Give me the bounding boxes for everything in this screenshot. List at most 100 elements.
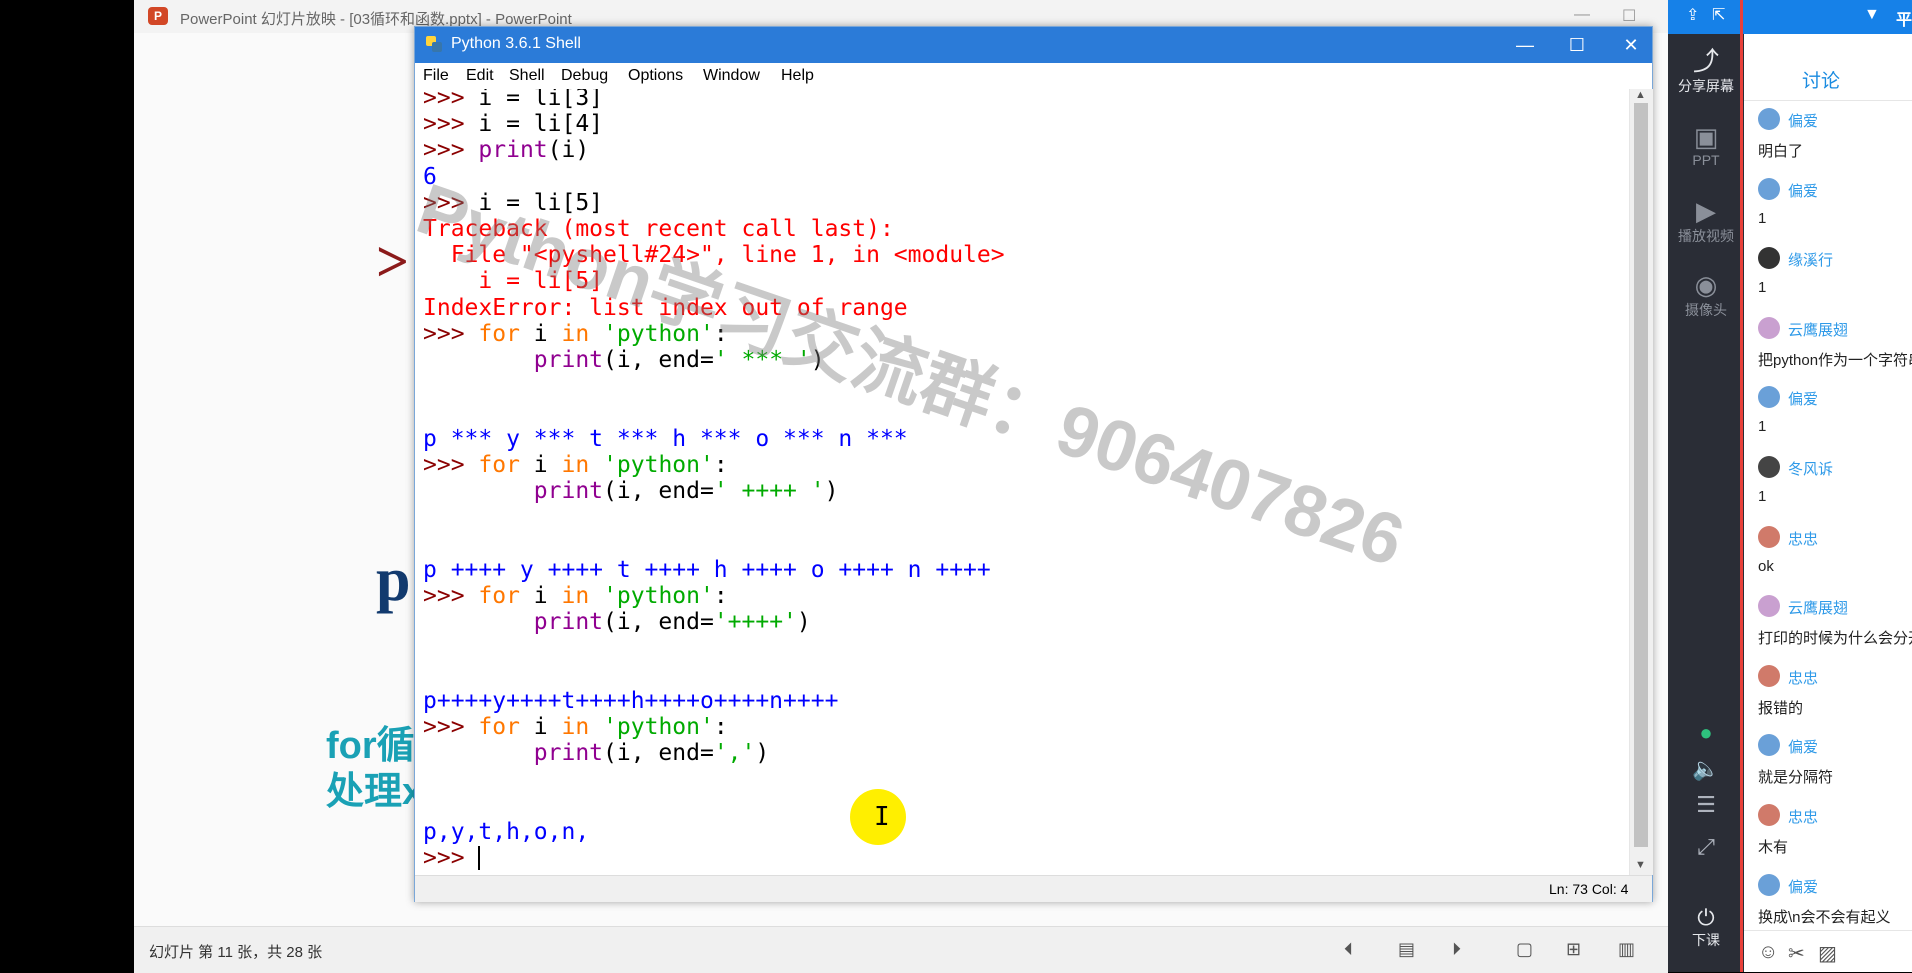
- ppt-minimize-button[interactable]: —: [1574, 6, 1590, 24]
- mic-icon[interactable]: ●: [1668, 720, 1744, 746]
- chat-username[interactable]: 偏爱: [1788, 180, 1818, 201]
- slide-text-fragment: >: [376, 229, 410, 294]
- text-cursor: [478, 846, 481, 871]
- scrollbar-thumb[interactable]: [1634, 103, 1648, 847]
- chat-username[interactable]: 云鹰展翅: [1788, 319, 1848, 340]
- chat-text: 打印的时候为什么会分开: [1758, 630, 1912, 648]
- chat-username[interactable]: 缘溪行: [1788, 249, 1833, 270]
- chat-username[interactable]: 忠忠: [1788, 806, 1818, 827]
- scissors-icon[interactable]: ✂: [1788, 941, 1805, 966]
- chat-username[interactable]: 冬风诉: [1788, 458, 1833, 479]
- menu-window[interactable]: Window: [703, 67, 760, 85]
- chat-text: 把python作为一个字符串: [1758, 351, 1912, 369]
- chat-text: 1: [1758, 487, 1767, 505]
- equalizer-icon[interactable]: ☰: [1668, 792, 1744, 818]
- menu-file[interactable]: File: [423, 67, 449, 85]
- scroll-up-icon[interactable]: ▲: [1635, 89, 1646, 101]
- chat-text: 报错的: [1758, 699, 1804, 717]
- avatar[interactable]: [1758, 664, 1780, 687]
- chat-message: 忠忠 ok: [1744, 524, 1912, 594]
- menu-shell[interactable]: Shell: [509, 67, 545, 85]
- ibeam-cursor-icon: I: [874, 802, 890, 832]
- end-class-label: 下课: [1692, 932, 1720, 948]
- slide-text-fragment: p: [376, 546, 411, 614]
- avatar[interactable]: [1758, 734, 1780, 757]
- normal-view-icon[interactable]: ▢: [1516, 939, 1533, 960]
- chat-username[interactable]: 偏爱: [1788, 388, 1818, 409]
- classroom-toolbar: ⇪ ⇱ ⤴ 分享屏幕 ▣ PPT ▶ 播放视频 ◉ 摄像头 ● 🔈 ☰ ⤢ ⏻ …: [1668, 0, 1744, 972]
- chat-message: 偏爱 1: [1744, 384, 1912, 454]
- avatar[interactable]: [1758, 873, 1780, 896]
- ppt-statusbar: 幻灯片 第 11 张，共 28 张 ⏴ ▤ ⏵ ▢ ⊞ ▥: [134, 926, 1668, 973]
- menu-help[interactable]: Help: [781, 67, 814, 85]
- menu-debug[interactable]: Debug: [561, 67, 608, 85]
- maximize-button[interactable]: ☐: [1555, 31, 1599, 59]
- chat-text: 1: [1758, 209, 1767, 227]
- camera-label: 摄像头: [1685, 302, 1727, 318]
- camera-icon: ◉: [1694, 270, 1718, 300]
- slide-sorter-icon[interactable]: ⊞: [1566, 939, 1581, 960]
- chat-text: 1: [1758, 279, 1767, 297]
- chat-text: 明白了: [1758, 143, 1804, 160]
- fullscreen-icon[interactable]: ⤢: [1668, 834, 1744, 860]
- avatar[interactable]: [1758, 803, 1780, 826]
- notes-icon[interactable]: ▤: [1398, 939, 1415, 960]
- avatar[interactable]: [1758, 108, 1780, 130]
- avatar[interactable]: [1758, 177, 1780, 200]
- ppt-label: PPT: [1692, 152, 1720, 168]
- chat-message: 云鹰展翅打印的时候为什么会分开: [1744, 593, 1912, 663]
- line-column-indicator: Ln: 73 Col: 4: [1549, 881, 1629, 897]
- upload-icon[interactable]: ⇪: [1686, 5, 1699, 25]
- shell-output: >>> i = li[3] >>> i = li[4] >>> print(i)…: [423, 89, 1005, 871]
- share-screen-button[interactable]: ⤴ 分享屏幕: [1668, 46, 1744, 96]
- avatar[interactable]: [1758, 525, 1780, 548]
- shell-editor[interactable]: >>> i = li[3] >>> i = li[4] >>> print(i)…: [415, 89, 1629, 901]
- chevron-down-icon[interactable]: ▼: [1864, 6, 1880, 24]
- chat-username[interactable]: 忠忠: [1788, 667, 1818, 688]
- reading-view-icon[interactable]: ▥: [1618, 939, 1635, 960]
- avatar[interactable]: [1758, 455, 1780, 478]
- chat-username[interactable]: 云鹰展翅: [1788, 597, 1848, 618]
- chat-text: 就是分隔符: [1758, 769, 1834, 787]
- vertical-scrollbar[interactable]: ▲ ▼: [1629, 89, 1653, 875]
- camera-button[interactable]: ◉ 摄像头: [1668, 270, 1744, 320]
- tab-divider: [1744, 100, 1912, 101]
- chat-username[interactable]: 偏爱: [1788, 736, 1818, 757]
- emoji-icon[interactable]: ☺: [1758, 941, 1778, 964]
- shell-title: Python 3.6.1 Shell: [451, 35, 581, 52]
- speaker-icon[interactable]: 🔈: [1668, 756, 1744, 782]
- shell-menubar: File Edit Shell Debug Options Window Hel…: [415, 63, 1652, 90]
- chat-message: 云鹰展翅把python作为一个字符串: [1744, 315, 1912, 385]
- play-video-label: 播放视频: [1678, 228, 1734, 244]
- chat-message: 偏爱 1: [1744, 176, 1912, 246]
- toolbar-top-bar: ⇪ ⇱: [1668, 0, 1744, 34]
- scroll-down-icon[interactable]: ▼: [1635, 859, 1646, 871]
- close-button[interactable]: ✕: [1609, 31, 1653, 59]
- chat-message: 忠忠 木有: [1744, 802, 1912, 872]
- slide-line: for循: [326, 725, 415, 767]
- chat-username[interactable]: 偏爱: [1788, 876, 1818, 897]
- ppt-button[interactable]: ▣ PPT: [1668, 122, 1744, 168]
- chat-username[interactable]: 忠忠: [1788, 528, 1818, 549]
- tab-discussion[interactable]: 讨论: [1802, 66, 1840, 93]
- chat-panel: ▼ 平 讨论 偏爱 明白了 偏爱 1 缘溪行 1 云鹰展翅 把python作为一个字符串 偏爱 1…: [1744, 0, 1912, 972]
- avatar[interactable]: [1758, 316, 1780, 339]
- chat-username[interactable]: 偏爱: [1788, 110, 1818, 131]
- minimize-button[interactable]: —: [1503, 31, 1547, 59]
- next-slide-icon[interactable]: ⏵: [1452, 939, 1461, 960]
- previous-slide-icon[interactable]: ⏴: [1344, 939, 1353, 960]
- play-video-button[interactable]: ▶ 播放视频: [1668, 196, 1744, 246]
- image-icon[interactable]: ▨: [1818, 941, 1837, 966]
- avatar[interactable]: [1758, 386, 1780, 409]
- ppt-maximize-button[interactable]: ☐: [1622, 6, 1636, 26]
- end-class-button[interactable]: ⏻ 下课: [1668, 906, 1744, 950]
- avatar[interactable]: [1758, 595, 1780, 618]
- menu-edit[interactable]: Edit: [466, 67, 494, 85]
- avatar[interactable]: [1758, 247, 1780, 270]
- python-icon: [426, 36, 442, 52]
- video-icon: ▶: [1696, 196, 1716, 226]
- chat-message: 忠忠报错的: [1744, 663, 1912, 733]
- menu-options[interactable]: Options: [628, 67, 683, 85]
- chat-message-list[interactable]: 偏爱 明白了 偏爱 1 缘溪行 1 云鹰展翅 把python作为一个字符串 偏爱 1 冬风诉 1 忠忠 o…: [1744, 106, 1912, 941]
- external-icon[interactable]: ⇱: [1712, 5, 1725, 25]
